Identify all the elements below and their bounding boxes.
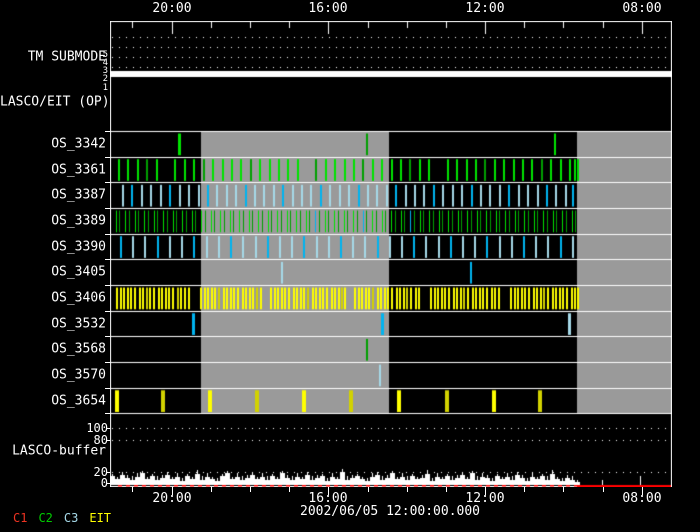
row-label-os_3568: OS_3568 [51, 341, 106, 357]
timeline-plot-canvas [110, 21, 672, 487]
buffer-ytick [106, 483, 110, 484]
date-label: 2002/06/05 12:00:00.000 [299, 504, 481, 519]
legend-item-c2: C2 [38, 511, 53, 525]
row-label-os_3405: OS_3405 [51, 264, 106, 280]
hour-tick-bottom [524, 487, 525, 492]
hour-tick-bottom [407, 487, 408, 492]
row-boundary-tick [105, 413, 110, 414]
tm-submode-ytick: 3 [102, 66, 108, 76]
hour-tick-bottom-major [328, 487, 329, 495]
row-label-os_3406: OS_3406 [51, 290, 106, 306]
hour-tick-bottom [289, 487, 290, 492]
row-boundary-tick [105, 208, 110, 209]
row-boundary-tick [105, 311, 110, 312]
hour-tick-bottom [250, 487, 251, 492]
hour-tick-bottom [446, 487, 447, 492]
time-axis-label-top: 12:00 [465, 1, 505, 16]
row-boundary-tick [105, 362, 110, 363]
hour-tick-bottom [211, 487, 212, 492]
tm-submode-ytick: 5 [102, 50, 108, 60]
hour-tick-bottom-major [172, 487, 173, 495]
hour-tick-bottom [368, 487, 369, 492]
lasco-eit-op-label: LASCO/EIT (OP) [0, 94, 110, 110]
instrument-legend: C1 C2 C3 EIT [13, 511, 111, 525]
buffer-ytick [106, 428, 110, 429]
row-label-os_3532: OS_3532 [51, 316, 106, 332]
row-label-os_3389: OS_3389 [51, 213, 106, 229]
timeline-plot-window: TM SUBMODE LASCO/EIT (OP) LASCO-buffer 2… [0, 0, 700, 532]
row-label-os_3570: OS_3570 [51, 367, 106, 383]
row-label-os_3654: OS_3654 [51, 393, 106, 409]
legend-item-c3: C3 [63, 511, 79, 525]
row-label-os_3390: OS_3390 [51, 239, 106, 255]
hour-tick-bottom-major [642, 487, 643, 495]
row-boundary-tick [105, 336, 110, 337]
time-axis-label-top: 08:00 [622, 1, 662, 16]
row-boundary-tick [105, 234, 110, 235]
buffer-ytick [106, 440, 110, 441]
buffer-ytick-label: 0 [100, 476, 108, 490]
legend-item-eit: EIT [89, 511, 112, 525]
tm-submode-ytick: 1 [102, 83, 108, 93]
row-boundary-tick [105, 131, 110, 132]
buffer-ytick-label: 80 [93, 433, 108, 447]
row-boundary-tick [105, 182, 110, 183]
hour-tick-bottom-major [485, 487, 486, 495]
row-label-os_3387: OS_3387 [51, 187, 106, 203]
buffer-ytick [106, 472, 110, 473]
tm-submode-ytick: 2 [102, 74, 108, 84]
hour-tick-bottom [603, 487, 604, 492]
row-label-os_3342: OS_3342 [51, 136, 106, 152]
tm-submode-ytick: 4 [102, 58, 108, 68]
row-boundary-tick [105, 388, 110, 389]
time-axis-label-top: 20:00 [152, 1, 192, 16]
row-boundary-tick [105, 157, 110, 158]
hour-tick-bottom [132, 487, 133, 492]
row-boundary-tick [105, 285, 110, 286]
time-axis-label-top: 16:00 [308, 1, 348, 16]
legend-item-c1: C1 [13, 511, 28, 525]
row-boundary-tick [105, 259, 110, 260]
hour-tick-bottom [563, 487, 564, 492]
row-label-os_3361: OS_3361 [51, 162, 106, 178]
